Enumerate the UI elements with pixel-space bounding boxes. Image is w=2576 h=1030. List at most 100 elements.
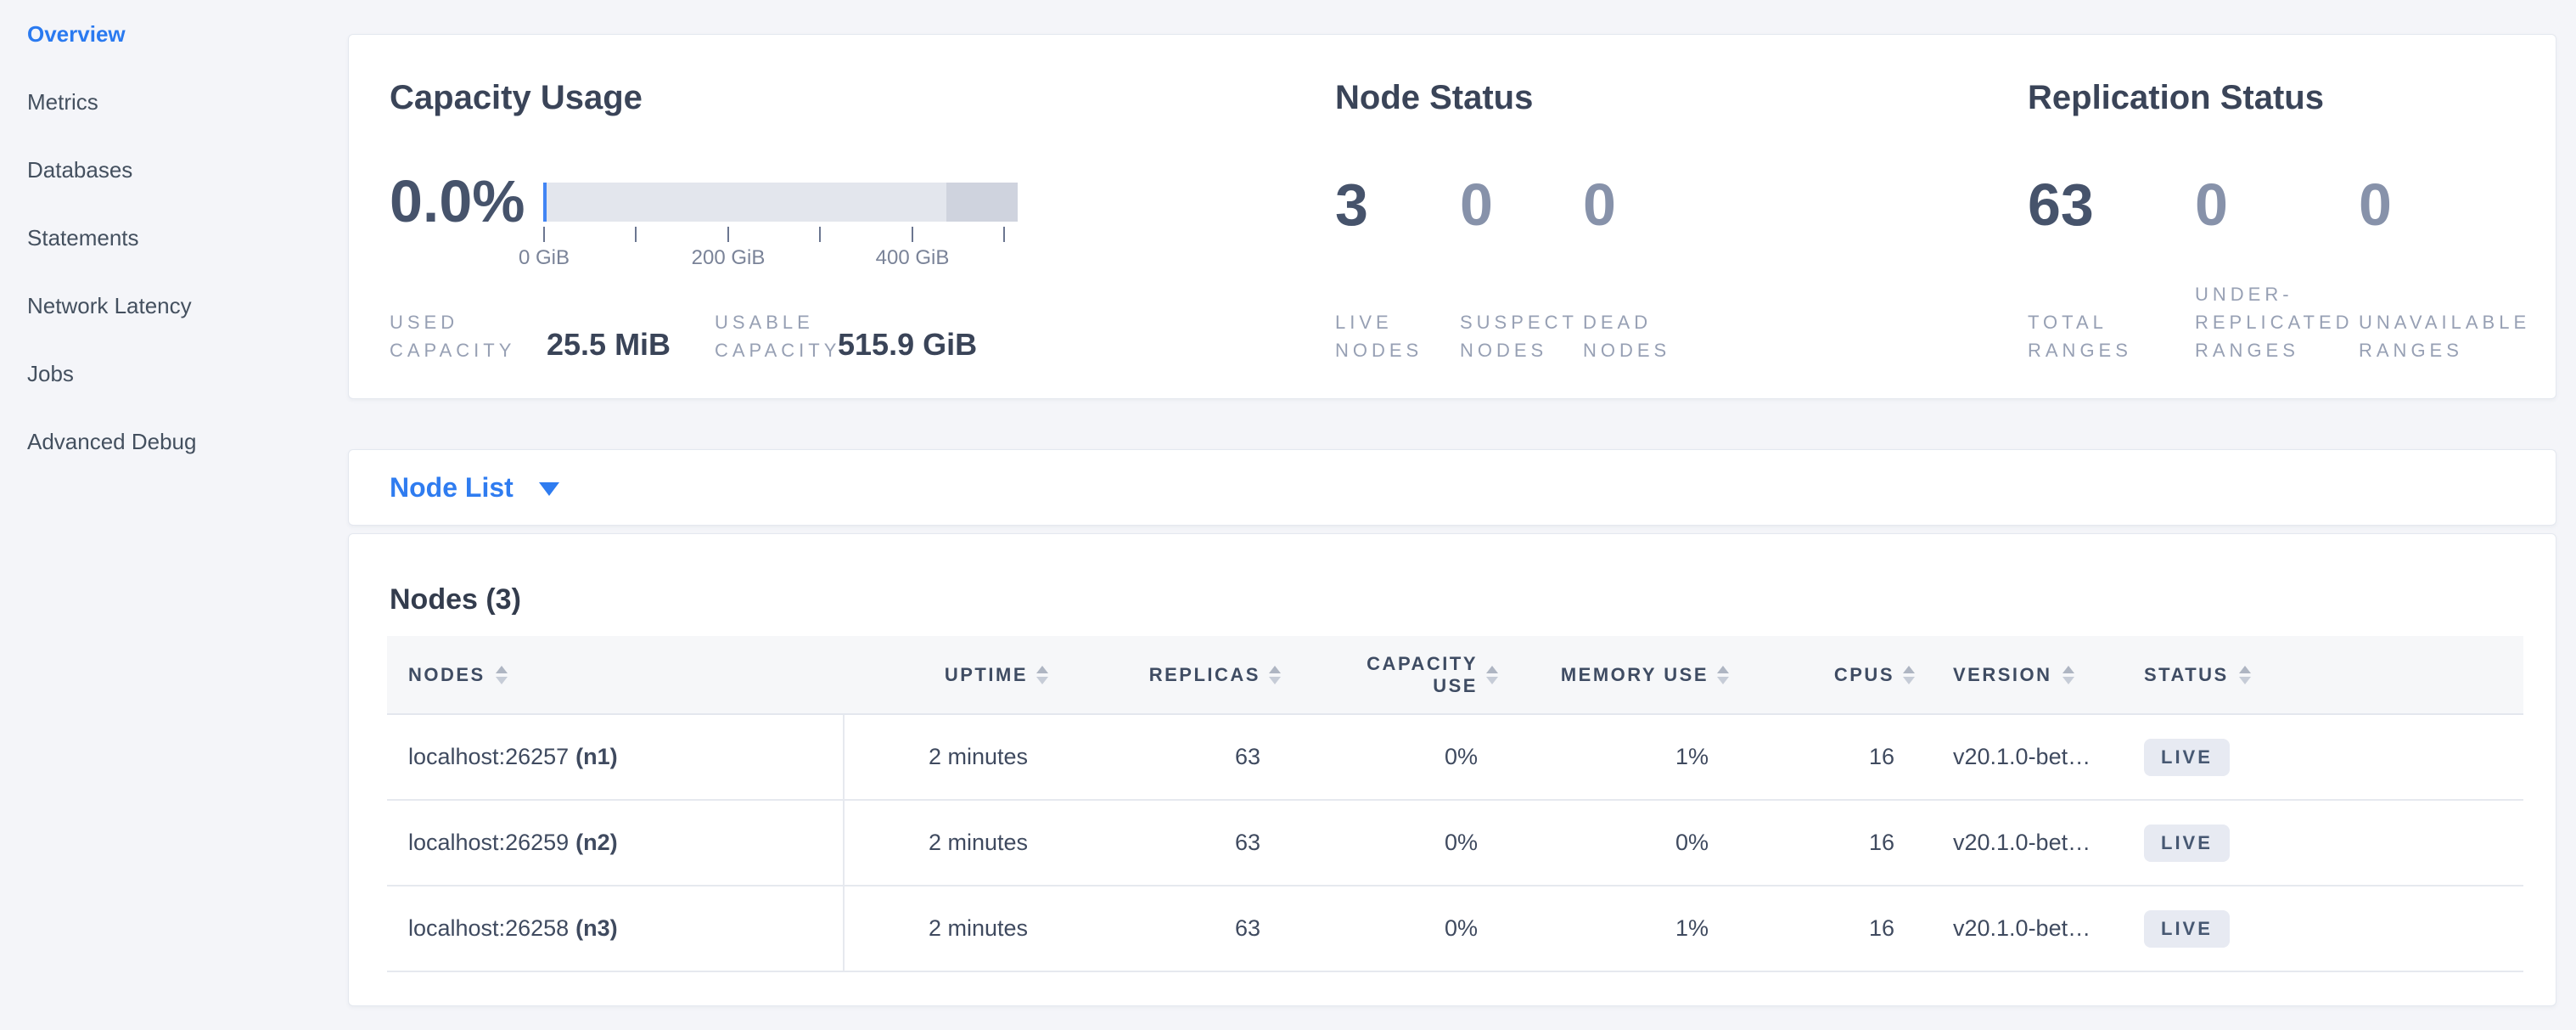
sidebar-item-statements[interactable]: Statements bbox=[0, 204, 348, 272]
node-id: (n3) bbox=[575, 915, 618, 942]
column-header-label: REPLICAS bbox=[1149, 664, 1260, 686]
total-ranges-label: TOTAL RANGES bbox=[2028, 308, 2132, 364]
unavailable-ranges-label: UNAVAILABLE RANGES bbox=[2359, 308, 2530, 364]
axis-tick bbox=[727, 227, 729, 242]
status-cell: LIVE bbox=[2144, 886, 2523, 971]
node-id: (n1) bbox=[575, 744, 618, 770]
node-list-dropdown-label: Node List bbox=[390, 472, 514, 504]
status-badge: LIVE bbox=[2144, 825, 2230, 862]
column-header-uptime[interactable]: UPTIME bbox=[845, 636, 1028, 713]
sidebar-item-metrics[interactable]: Metrics bbox=[0, 68, 348, 136]
dead-nodes-label: DEAD NODES bbox=[1583, 308, 1670, 364]
axis-tick bbox=[1003, 227, 1005, 242]
column-header-nodes[interactable]: NODES bbox=[387, 636, 845, 713]
nodes-panel: Nodes (3) NODES UPTIME REPLICAS CAPACITY… bbox=[348, 533, 2556, 1006]
capacity-stats: USED CAPACITY 25.5 MiB USABLE CAPACITY 5… bbox=[390, 308, 977, 364]
node-id: (n2) bbox=[575, 830, 618, 856]
dead-nodes-stat: 0 DEAD NODES bbox=[1583, 35, 1753, 398]
uptime-cell: 2 minutes bbox=[845, 715, 1028, 799]
total-ranges-value: 63 bbox=[2028, 171, 2195, 239]
uptime-cell: 2 minutes bbox=[845, 801, 1028, 885]
column-header-label: MEMORY USE bbox=[1561, 664, 1709, 686]
under-replicated-ranges-label: UNDER- REPLICATED RANGES bbox=[2195, 280, 2354, 364]
cpus-cell: 16 bbox=[1709, 801, 1894, 885]
used-capacity-value: 25.5 MiB bbox=[547, 327, 715, 364]
capacity-usage-section: Capacity Usage 0.0% 0 GiB 200 GiB bbox=[390, 35, 1332, 398]
sort-icon[interactable] bbox=[2239, 666, 2251, 684]
node-list-dropdown-panel: Node List bbox=[348, 449, 2556, 526]
column-header-label: STATUS bbox=[2144, 664, 2229, 686]
live-nodes-value: 3 bbox=[1335, 171, 1460, 239]
version-cell: v20.1.0-bet… bbox=[1894, 886, 2144, 971]
memory-use-cell: 1% bbox=[1478, 886, 1709, 971]
sidebar-item-overview[interactable]: Overview bbox=[0, 0, 348, 68]
sort-icon[interactable] bbox=[1903, 666, 1915, 684]
sort-icon[interactable] bbox=[496, 666, 508, 684]
sidebar-item-jobs[interactable]: Jobs bbox=[0, 340, 348, 408]
sidebar-item-advanced-debug[interactable]: Advanced Debug bbox=[0, 408, 348, 476]
column-header-version[interactable]: VERSION bbox=[1894, 636, 2144, 713]
dead-nodes-value: 0 bbox=[1583, 171, 1753, 239]
column-header-replicas[interactable]: REPLICAS bbox=[1028, 636, 1260, 713]
capacity-use-cell: 0% bbox=[1260, 715, 1478, 799]
capacity-bar-used-fill bbox=[543, 183, 547, 222]
column-header-capacity-use[interactable]: CAPACITY USE bbox=[1260, 636, 1478, 713]
capacity-use-cell: 0% bbox=[1260, 801, 1478, 885]
live-nodes-stat: 3 LIVE NODES bbox=[1335, 35, 1460, 398]
sidebar: Overview Metrics Databases Statements Ne… bbox=[0, 0, 348, 476]
axis-tick bbox=[819, 227, 821, 242]
table-row-node-1[interactable]: localhost:26257 (n1) 2 minutes 63 0% 1% … bbox=[387, 715, 2523, 801]
axis-tick bbox=[635, 227, 637, 242]
usable-capacity-value: 515.9 GiB bbox=[838, 327, 977, 364]
total-ranges-stat: 63 TOTAL RANGES bbox=[2028, 35, 2195, 398]
column-header-memory-use[interactable]: MEMORY USE bbox=[1478, 636, 1709, 713]
nodes-table: NODES UPTIME REPLICAS CAPACITY USE MEMOR… bbox=[387, 636, 2523, 972]
unavailable-ranges-stat: 0 UNAVAILABLE RANGES bbox=[2359, 35, 2576, 398]
node-status-section: Node Status 3 LIVE NODES 0 SUSPECT NODES… bbox=[1335, 35, 1980, 398]
status-cell: LIVE bbox=[2144, 801, 2523, 885]
sidebar-item-databases[interactable]: Databases bbox=[0, 136, 348, 204]
status-badge: LIVE bbox=[2144, 910, 2230, 948]
axis-label: 0 GiB bbox=[519, 246, 570, 270]
column-header-label: NODES bbox=[408, 664, 485, 686]
replicas-cell: 63 bbox=[1028, 715, 1260, 799]
version-cell: v20.1.0-bet… bbox=[1894, 715, 2144, 799]
sort-icon[interactable] bbox=[2062, 666, 2074, 684]
uptime-cell: 2 minutes bbox=[845, 886, 1028, 971]
table-row-node-3[interactable]: localhost:26258 (n3) 2 minutes 63 0% 1% … bbox=[387, 886, 2523, 972]
table-row-node-2[interactable]: localhost:26259 (n2) 2 minutes 63 0% 0% … bbox=[387, 801, 2523, 886]
column-header-cpus[interactable]: CPUS bbox=[1709, 636, 1894, 713]
version-cell: v20.1.0-bet… bbox=[1894, 801, 2144, 885]
node-address: localhost:26258 bbox=[408, 915, 569, 942]
replicas-cell: 63 bbox=[1028, 886, 1260, 971]
axis-label: 200 GiB bbox=[692, 246, 766, 270]
sidebar-item-network-latency[interactable]: Network Latency bbox=[0, 272, 348, 340]
cluster-summary-panel: Capacity Usage 0.0% 0 GiB 200 GiB bbox=[348, 34, 2556, 399]
node-address-cell: localhost:26258 (n3) bbox=[387, 886, 845, 971]
node-status-stats: 3 LIVE NODES 0 SUSPECT NODES 0 DEAD NODE… bbox=[1335, 35, 1753, 398]
memory-use-cell: 1% bbox=[1478, 715, 1709, 799]
column-header-label: CPUS bbox=[1834, 664, 1894, 686]
capacity-axis-ticks bbox=[543, 227, 1018, 242]
capacity-axis-labels: 0 GiB 200 GiB 400 GiB bbox=[543, 246, 1018, 272]
replicas-cell: 63 bbox=[1028, 801, 1260, 885]
status-badge: LIVE bbox=[2144, 739, 2230, 776]
under-replicated-ranges-value: 0 bbox=[2195, 171, 2359, 239]
column-header-status[interactable]: STATUS bbox=[2144, 636, 2523, 713]
node-address: localhost:26257 bbox=[408, 744, 569, 770]
column-header-label: CAPACITY USE bbox=[1367, 653, 1478, 697]
replication-stats: 63 TOTAL RANGES 0 UNDER- REPLICATED RANG… bbox=[2028, 35, 2576, 398]
axis-label: 400 GiB bbox=[876, 246, 950, 270]
cpus-cell: 16 bbox=[1709, 715, 1894, 799]
suspect-nodes-value: 0 bbox=[1460, 171, 1583, 239]
axis-tick bbox=[543, 227, 545, 242]
node-address-cell: localhost:26259 (n2) bbox=[387, 801, 845, 885]
cpus-cell: 16 bbox=[1709, 886, 1894, 971]
axis-tick bbox=[912, 227, 913, 242]
under-replicated-ranges-stat: 0 UNDER- REPLICATED RANGES bbox=[2195, 35, 2359, 398]
chevron-down-icon bbox=[539, 482, 559, 496]
capacity-used-percent: 0.0% bbox=[390, 167, 525, 235]
node-list-dropdown[interactable]: Node List bbox=[390, 472, 559, 504]
status-cell: LIVE bbox=[2144, 715, 2523, 799]
unavailable-ranges-value: 0 bbox=[2359, 171, 2576, 239]
